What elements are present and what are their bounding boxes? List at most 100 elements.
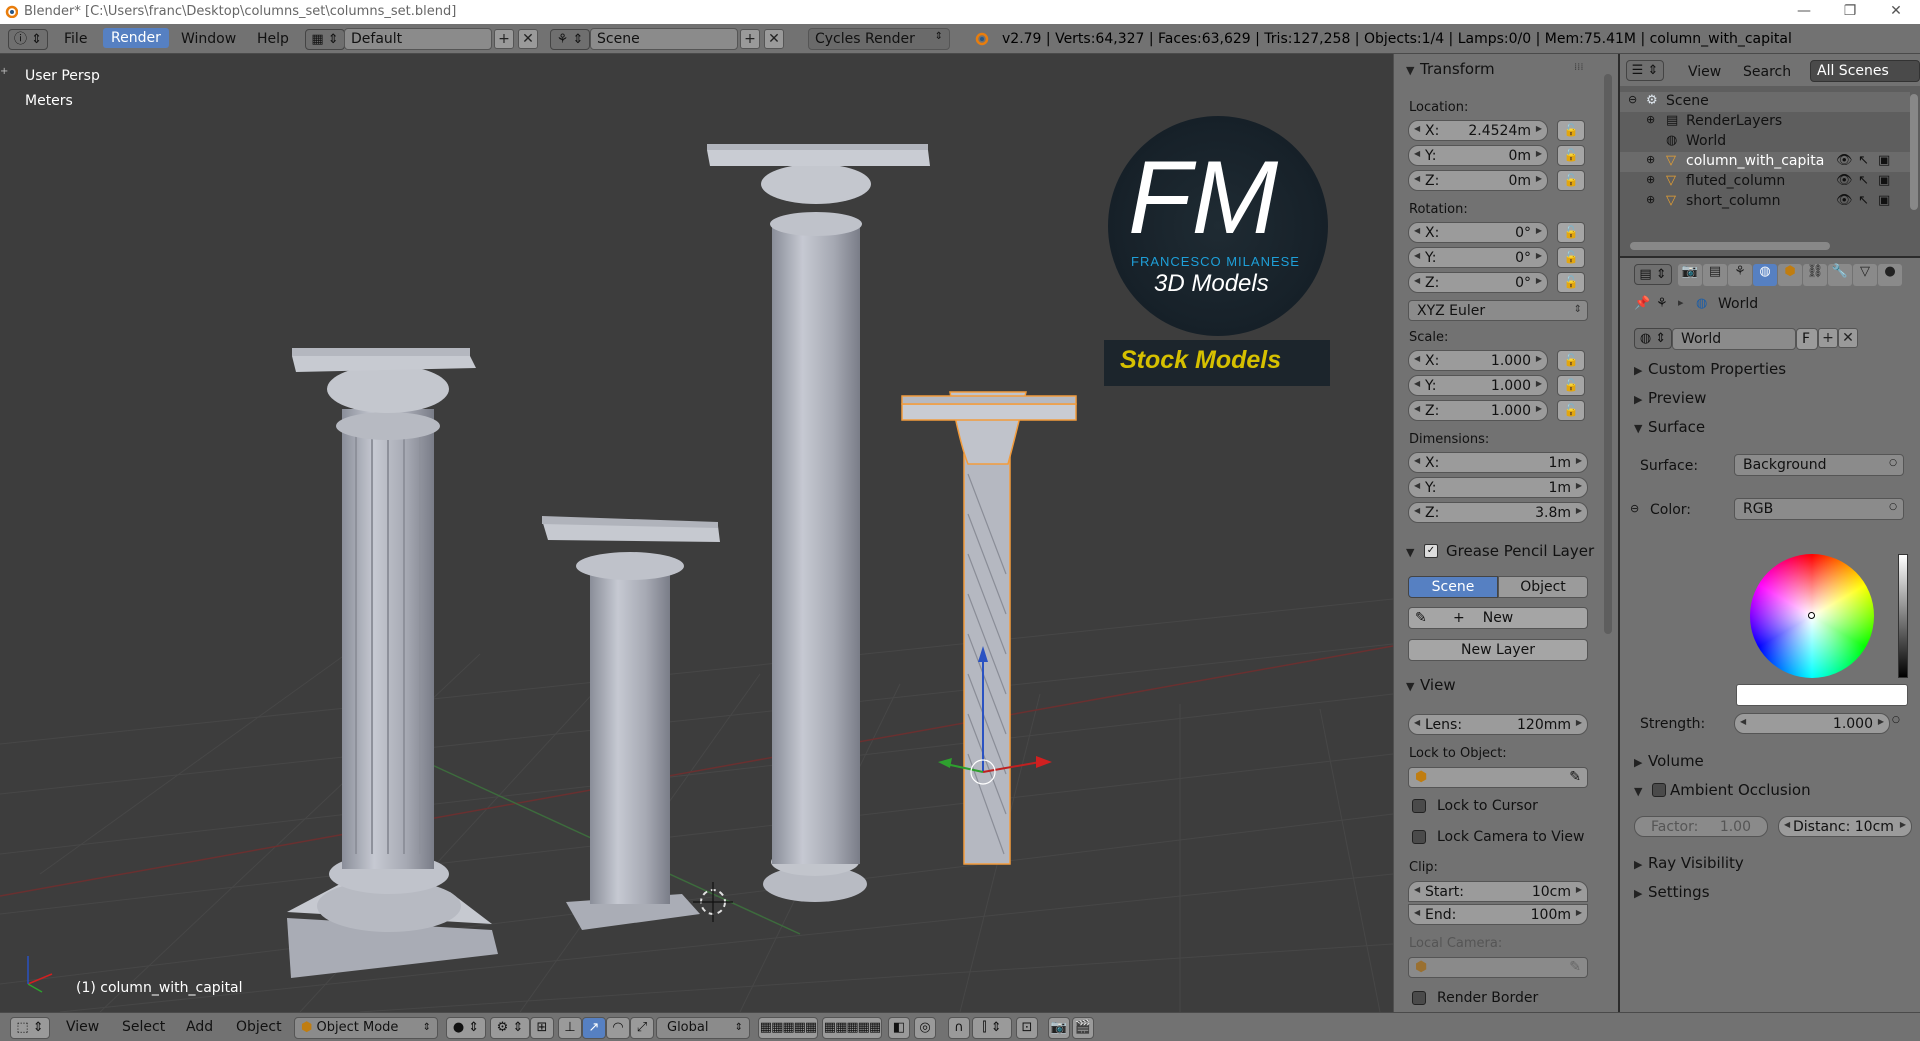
- new-world-button[interactable]: +: [1818, 328, 1838, 348]
- screen-layout-icon[interactable]: ▦ ⇕: [305, 29, 345, 50]
- location-x-field[interactable]: ◀ X: 2.4524m ▶: [1408, 120, 1548, 141]
- color-swatch[interactable]: [1736, 684, 1908, 706]
- ao-distance-field[interactable]: ◀ Distanc: 10cm ▶: [1778, 816, 1912, 837]
- outliner-row-column-with-capital[interactable]: ⊕ ▽ column_with_capita 👁 ↖ ▣: [1620, 152, 1910, 172]
- maximize-button[interactable]: ❐: [1830, 1, 1870, 23]
- render-border-checkbox[interactable]: [1412, 991, 1426, 1005]
- surface-panel-header[interactable]: ▼ Surface: [1634, 418, 1705, 436]
- fake-user-button[interactable]: F: [1796, 328, 1818, 350]
- bottom-menu-select[interactable]: Select: [122, 1019, 165, 1035]
- pin-icon[interactable]: 📌: [1634, 296, 1650, 311]
- modifiers-tab-icon[interactable]: 🔧: [1828, 264, 1852, 286]
- eyedropper-icon[interactable]: ✎: [1569, 769, 1581, 785]
- snap-toggle-icon[interactable]: ∩: [948, 1017, 970, 1039]
- volume-panel-header[interactable]: ▶ Volume: [1634, 752, 1704, 770]
- render-engine-select[interactable]: Cycles Render ⇕: [808, 28, 950, 50]
- outliner-row-renderlayers[interactable]: ⊕ ▤ RenderLayers: [1620, 112, 1910, 132]
- menu-window[interactable]: Window: [181, 31, 236, 47]
- scale-z-field[interactable]: ◀ Z: 1.000 ▶: [1408, 400, 1548, 421]
- local-camera-field[interactable]: ⬢ ✎: [1408, 957, 1588, 978]
- eyedropper-icon[interactable]: ✎: [1569, 959, 1581, 975]
- rotation-y-field[interactable]: ◀ Y: 0° ▶: [1408, 247, 1548, 268]
- viewport-shading-select[interactable]: ● ⇕: [446, 1017, 486, 1039]
- expand-icon[interactable]: ⊕: [1646, 193, 1655, 206]
- lock-to-object-field[interactable]: ⬢ ✎: [1408, 767, 1588, 788]
- rotation-z-field[interactable]: ◀ Z: 0° ▶: [1408, 272, 1548, 293]
- object-tab-icon[interactable]: ⬢: [1778, 264, 1802, 286]
- outliner-menu-search[interactable]: Search: [1743, 64, 1791, 80]
- ao-factor-field[interactable]: Factor: 1.00: [1634, 816, 1768, 837]
- dimensions-y-field[interactable]: ◀ Y: 1m ▶: [1408, 477, 1588, 498]
- ambient-occlusion-checkbox[interactable]: [1652, 783, 1666, 797]
- ray-visibility-panel-header[interactable]: ▶ Ray Visibility: [1634, 854, 1744, 872]
- editor-type-3dview-icon[interactable]: ⬚ ⇕: [10, 1017, 50, 1039]
- editor-type-info-icon[interactable]: ⓘ ⇕: [8, 29, 48, 50]
- color-wheel-cursor[interactable]: [1808, 612, 1815, 619]
- remove-layout-button[interactable]: ✕: [518, 29, 538, 49]
- npanel-scrollbar[interactable]: [1604, 74, 1612, 634]
- render-layers-tab-icon[interactable]: ▤: [1703, 264, 1727, 286]
- add-layout-button[interactable]: +: [494, 29, 514, 49]
- lock-location-y-icon[interactable]: 🔓: [1557, 145, 1585, 166]
- lock-rotation-y-icon[interactable]: 🔓: [1557, 247, 1585, 268]
- properties-editor-type-icon[interactable]: ▤ ⇕: [1634, 264, 1672, 285]
- bottom-menu-add[interactable]: Add: [186, 1019, 213, 1035]
- outliner-row-fluted-column[interactable]: ⊕ ▽ fluted_column 👁 ↖ ▣: [1620, 172, 1910, 192]
- grease-pencil-object-tab[interactable]: Object: [1498, 576, 1588, 598]
- rotation-x-field[interactable]: ◀ X: 0° ▶: [1408, 222, 1548, 243]
- selectable-cursor-icon[interactable]: ↖: [1858, 193, 1869, 208]
- snap-target-icon[interactable]: ⊡: [1016, 1017, 1038, 1039]
- grease-pencil-panel-header[interactable]: ▼ ✓ Grease Pencil Layer: [1394, 542, 1604, 566]
- remove-scene-button[interactable]: ✕: [764, 29, 784, 49]
- strength-field[interactable]: ◀ 1.000 ▶: [1734, 713, 1890, 734]
- layers-grid-a[interactable]: ▦▦▦▦▦: [758, 1017, 818, 1039]
- color-wheel[interactable]: [1750, 554, 1874, 678]
- scene-field[interactable]: Scene: [590, 28, 738, 50]
- clip-end-field[interactable]: ◀ End: 100m ▶: [1408, 904, 1588, 925]
- scale-manipulator-icon[interactable]: ⤢: [630, 1017, 654, 1039]
- dimensions-x-field[interactable]: ◀ X: 1m ▶: [1408, 452, 1588, 473]
- minimize-button[interactable]: —: [1784, 1, 1824, 23]
- interaction-mode-select[interactable]: ⬢ Object Mode ⇕: [294, 1017, 438, 1039]
- add-scene-button[interactable]: +: [740, 29, 760, 49]
- screen-layout-field[interactable]: Default: [344, 28, 492, 50]
- lock-scale-y-icon[interactable]: 🔓: [1557, 375, 1585, 396]
- unlink-world-button[interactable]: ✕: [1838, 328, 1858, 348]
- menu-file[interactable]: File: [64, 31, 87, 47]
- outliner-menu-view[interactable]: View: [1688, 64, 1721, 80]
- lock-rotation-x-icon[interactable]: 🔓: [1557, 222, 1585, 243]
- opengl-render-animation-icon[interactable]: 🎬: [1072, 1017, 1094, 1039]
- renderable-camera-icon[interactable]: ▣: [1878, 153, 1890, 168]
- expand-icon[interactable]: ⊕: [1646, 173, 1655, 186]
- outliner-row-short-column[interactable]: ⊕ ▽ short_column 👁 ↖ ▣: [1620, 192, 1910, 212]
- lens-field[interactable]: ◀ Lens: 120mm ▶: [1408, 714, 1588, 735]
- location-y-field[interactable]: ◀ Y: 0m ▶: [1408, 145, 1548, 166]
- grease-pencil-scene-tab[interactable]: Scene: [1408, 576, 1498, 598]
- grease-pencil-new-button[interactable]: ✎ + New: [1408, 607, 1588, 629]
- world-tab-icon[interactable]: ◍: [1753, 264, 1777, 286]
- ambient-occlusion-panel-header[interactable]: ▼ Ambient Occlusion: [1634, 781, 1811, 799]
- outliner-row-scene[interactable]: ⊖ ⚙ Scene: [1620, 92, 1910, 112]
- lock-location-z-icon[interactable]: 🔓: [1557, 170, 1585, 191]
- renderable-camera-icon[interactable]: ▣: [1878, 173, 1890, 188]
- settings-panel-header[interactable]: ▶ Settings: [1634, 883, 1710, 901]
- color-mode-select[interactable]: RGB ○: [1734, 498, 1904, 520]
- scale-y-field[interactable]: ◀ Y: 1.000 ▶: [1408, 375, 1548, 396]
- selectable-cursor-icon[interactable]: ↖: [1858, 173, 1869, 188]
- location-z-field[interactable]: ◀ Z: 0m ▶: [1408, 170, 1548, 191]
- translate-manipulator-icon[interactable]: ⊥: [558, 1017, 582, 1039]
- proportional-edit-icon[interactable]: ◎: [914, 1017, 936, 1039]
- toolshelf-toggle-icon[interactable]: +: [0, 66, 10, 80]
- pivot-point-select[interactable]: ⚙ ⇕: [490, 1017, 530, 1039]
- color-value-slider[interactable]: [1898, 554, 1908, 678]
- expand-icon[interactable]: ⊕: [1646, 113, 1655, 126]
- preview-panel-header[interactable]: ▶ Preview: [1634, 389, 1706, 407]
- lock-rotation-z-icon[interactable]: 🔓: [1557, 272, 1585, 293]
- menu-help[interactable]: Help: [257, 31, 289, 47]
- grease-pencil-checkbox[interactable]: ✓: [1424, 544, 1438, 558]
- renderable-camera-icon[interactable]: ▣: [1878, 193, 1890, 208]
- lock-to-cursor-checkbox[interactable]: [1412, 799, 1426, 813]
- snap-element-select[interactable]: ⫿ ⇕: [972, 1017, 1012, 1039]
- outliner-filter-select[interactable]: All Scenes: [1810, 60, 1920, 82]
- visibility-eye-icon[interactable]: 👁: [1836, 153, 1853, 168]
